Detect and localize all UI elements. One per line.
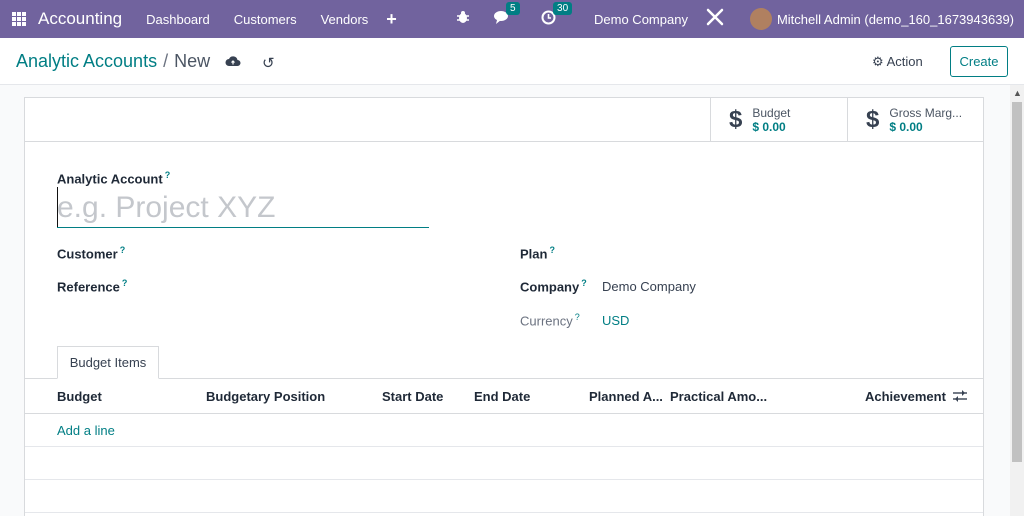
help-tooltip-icon[interactable]: ? [122, 278, 128, 288]
plan-label: Plan? [520, 245, 555, 261]
action-label: Action [886, 54, 923, 69]
app-title[interactable]: Accounting [38, 9, 122, 29]
budget-stat-value: $ 0.00 [752, 119, 786, 134]
top-navbar: Accounting Dashboard Customers Vendors +… [0, 0, 1024, 38]
menu-vendors[interactable]: Vendors [321, 12, 369, 27]
column-budget[interactable]: Budget [57, 389, 102, 404]
analytic-account-label-text: Analytic Account [57, 171, 163, 187]
action-menu-button[interactable]: ⚙ Action [872, 54, 923, 70]
dollar-icon: $ [729, 105, 743, 133]
budget-stat-label: Budget [752, 105, 791, 120]
menu-dashboard[interactable]: Dashboard [146, 12, 210, 27]
table-row [25, 447, 983, 480]
discard-icon[interactable]: ↺ [262, 54, 275, 72]
add-a-line-link[interactable]: Add a line [57, 423, 115, 438]
budget-stat-button[interactable]: $ Budget $ 0.00 [710, 98, 847, 141]
company-label: Company? [520, 278, 587, 294]
plan-label-text: Plan [520, 246, 548, 262]
company-switcher[interactable]: Demo Company [594, 12, 688, 27]
scroll-thumb[interactable] [1012, 102, 1022, 462]
button-box: $ Budget $ 0.00 $ Gross Marg... $ 0.00 [25, 98, 983, 142]
tools-icon[interactable] [706, 8, 724, 30]
menu-customers[interactable]: Customers [234, 12, 297, 27]
messages-icon[interactable]: 5 [494, 2, 520, 28]
page-scrollbar[interactable]: ▲ [1010, 85, 1024, 516]
customer-label-text: Customer [57, 246, 118, 262]
activities-icon[interactable]: 30 [541, 1, 573, 29]
analytic-account-name-input[interactable] [57, 188, 429, 228]
help-tooltip-icon[interactable]: ? [575, 312, 580, 322]
help-tooltip-icon[interactable]: ? [120, 245, 126, 255]
user-menu[interactable]: Mitchell Admin (demo_160_1673943639) [777, 12, 1014, 27]
activities-badge: 30 [553, 1, 573, 15]
column-start-date[interactable]: Start Date [382, 389, 443, 404]
user-avatar[interactable] [749, 8, 772, 30]
company-label-text: Company [520, 279, 580, 295]
column-planned-amount[interactable]: Planned A... [589, 389, 663, 404]
tab-budget-items[interactable]: Budget Items [57, 346, 159, 379]
breadcrumb: Analytic Accounts / New [16, 51, 210, 72]
form-sheet: $ Budget $ 0.00 $ Gross Marg... $ 0.00 A… [24, 97, 984, 516]
gross-margin-stat-value: $ 0.00 [889, 119, 923, 134]
gross-margin-stat-button[interactable]: $ Gross Marg... $ 0.00 [847, 98, 983, 141]
breadcrumb-separator: / [163, 51, 169, 71]
table-header: Budget Budgetary Position Start Date End… [25, 379, 983, 414]
currency-field[interactable]: USD [602, 313, 629, 328]
currency-label: Currency? [520, 312, 580, 328]
gross-margin-stat-label: Gross Marg... [889, 105, 963, 120]
bug-icon[interactable] [456, 10, 470, 28]
breadcrumb-current: New [174, 51, 211, 71]
column-achievement[interactable]: Achievement [865, 389, 946, 404]
help-tooltip-icon[interactable]: ? [581, 278, 587, 288]
plus-icon[interactable]: + [386, 9, 397, 30]
help-tooltip-icon[interactable]: ? [549, 245, 555, 255]
table-row [25, 480, 983, 513]
control-panel: Analytic Accounts / New ↺ ⚙ Action Create [0, 38, 1024, 85]
help-tooltip-icon[interactable]: ? [165, 170, 171, 180]
column-end-date[interactable]: End Date [474, 389, 530, 404]
company-field[interactable]: Demo Company [602, 279, 696, 294]
column-practical-amount[interactable]: Practical Amo... [670, 389, 767, 404]
save-cloud-icon[interactable] [225, 55, 241, 67]
column-budgetary-position[interactable]: Budgetary Position [206, 389, 325, 404]
currency-label-text: Currency [520, 313, 573, 329]
analytic-account-label: Analytic Account? [57, 170, 170, 186]
dollar-icon: $ [866, 105, 880, 133]
table-row-add: Add a line [25, 414, 983, 447]
column-settings-icon[interactable] [953, 390, 967, 405]
messages-badge: 5 [506, 2, 520, 15]
create-button[interactable]: Create [950, 46, 1008, 77]
scroll-up-arrow-icon[interactable]: ▲ [1013, 88, 1022, 98]
text-cursor [57, 187, 58, 227]
apps-menu-icon[interactable] [12, 12, 26, 26]
reference-label-text: Reference [57, 279, 120, 295]
breadcrumb-parent[interactable]: Analytic Accounts [16, 51, 157, 71]
gear-icon: ⚙ [872, 54, 884, 69]
customer-label: Customer? [57, 245, 125, 261]
reference-label: Reference? [57, 278, 127, 294]
